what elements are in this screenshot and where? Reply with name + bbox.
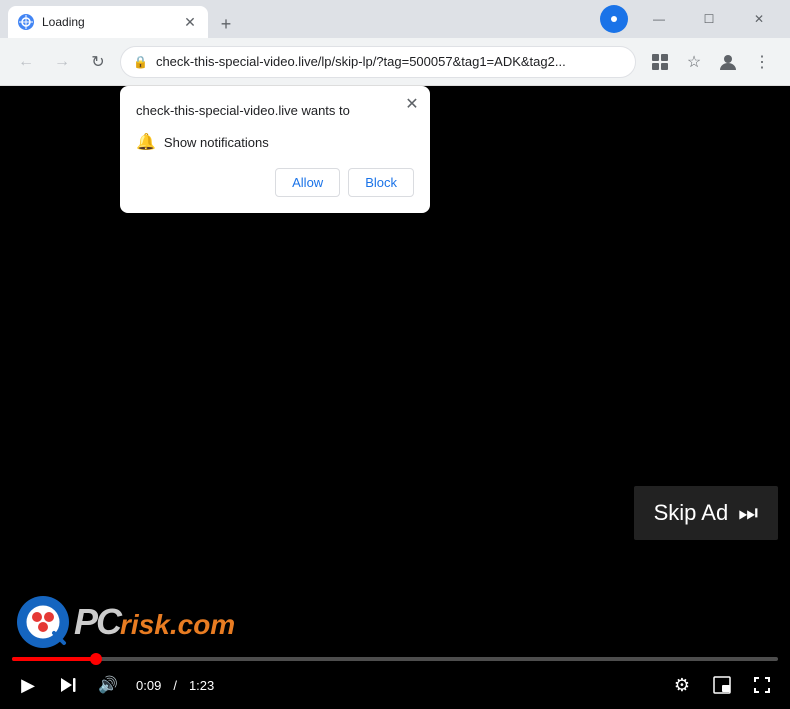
- title-bar: Loading ✕ + — ☐ ✕: [0, 0, 790, 38]
- tab-close-button[interactable]: ✕: [182, 14, 198, 30]
- skip-ad-arrow-icon: ⏭: [738, 500, 758, 526]
- menu-button[interactable]: ⋮: [746, 46, 778, 78]
- chrome-update-icon: [600, 5, 628, 33]
- back-button[interactable]: ←: [12, 48, 40, 76]
- forward-button[interactable]: →: [48, 48, 76, 76]
- popup-notification-row: 🔔 Show notifications: [136, 132, 414, 152]
- new-tab-button[interactable]: +: [212, 10, 240, 38]
- progress-fill: [12, 657, 96, 661]
- bookmark-button[interactable]: ☆: [678, 46, 710, 78]
- play-button[interactable]: ▶: [12, 669, 44, 701]
- reload-button[interactable]: ↻: [84, 48, 112, 76]
- pcrisk-logo-svg: [16, 595, 70, 649]
- progress-bar[interactable]: [12, 657, 778, 661]
- browser-window: Loading ✕ + — ☐ ✕ ← → ↻ 🔒 check-this-spe…: [0, 0, 790, 709]
- close-button[interactable]: ✕: [736, 3, 782, 35]
- bell-icon: 🔔: [136, 132, 156, 152]
- lock-icon: 🔒: [133, 55, 148, 69]
- fullscreen-button[interactable]: [746, 669, 778, 701]
- tab-favicon: [18, 14, 34, 30]
- total-time: 1:23: [189, 678, 214, 693]
- video-controls: ▶ 🔊 0:09 / 1:23 ⚙: [0, 649, 790, 709]
- url-text: check-this-special-video.live/lp/skip-lp…: [156, 54, 623, 69]
- current-time: 0:09: [136, 678, 161, 693]
- profile-button[interactable]: [712, 46, 744, 78]
- settings-button[interactable]: ⚙: [666, 669, 698, 701]
- popup-buttons: Allow Block: [136, 168, 414, 197]
- toolbar-buttons: ☆ ⋮: [644, 46, 778, 78]
- notification-popup: ✕ check-this-special-video.live wants to…: [120, 86, 430, 213]
- allow-button[interactable]: Allow: [275, 168, 340, 197]
- window-controls: — ☐ ✕: [600, 3, 782, 35]
- pc-text: PC: [74, 601, 120, 643]
- pcrisk-text: PC risk.com: [74, 601, 235, 643]
- skip-ad-label: Skip Ad: [654, 500, 729, 526]
- address-bar: ← → ↻ 🔒 check-this-special-video.live/lp…: [0, 38, 790, 86]
- controls-row: ▶ 🔊 0:09 / 1:23 ⚙: [12, 669, 778, 701]
- active-tab[interactable]: Loading ✕: [8, 6, 208, 38]
- tab-area: Loading ✕ +: [8, 0, 592, 38]
- volume-button[interactable]: 🔊: [92, 669, 124, 701]
- popup-title: check-this-special-video.live wants to: [136, 102, 414, 120]
- tab-title: Loading: [42, 15, 174, 29]
- popup-close-button[interactable]: ✕: [402, 94, 422, 114]
- miniplayer-button[interactable]: [706, 669, 738, 701]
- skip-ad-button[interactable]: Skip Ad ⏭: [634, 486, 778, 540]
- popup-notification-text: Show notifications: [164, 135, 269, 150]
- maximize-button[interactable]: ☐: [686, 3, 732, 35]
- block-button[interactable]: Block: [348, 168, 414, 197]
- progress-dot: [90, 653, 102, 665]
- address-field[interactable]: 🔒 check-this-special-video.live/lp/skip-…: [120, 46, 636, 78]
- next-button[interactable]: [52, 669, 84, 701]
- minimize-button[interactable]: —: [636, 3, 682, 35]
- page-content: ✕ check-this-special-video.live wants to…: [0, 86, 790, 709]
- risk-text: risk.com: [120, 609, 235, 641]
- extensions-button[interactable]: [644, 46, 676, 78]
- time-separator: /: [173, 678, 177, 693]
- pcrisk-watermark: PC risk.com: [16, 595, 235, 649]
